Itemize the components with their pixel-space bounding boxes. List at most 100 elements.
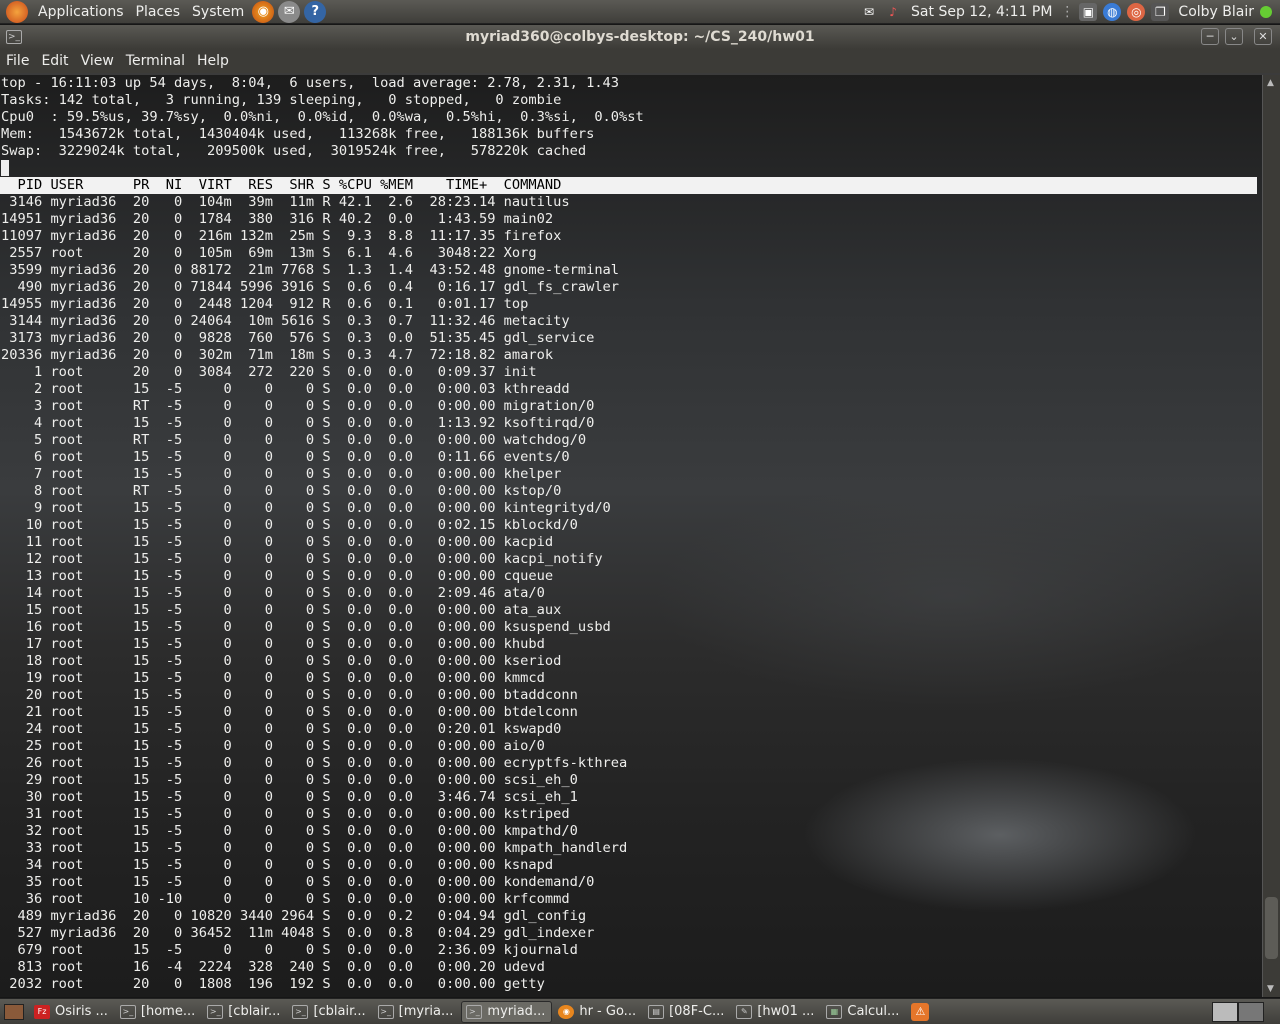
process-row: 20 root 15 -5 0 0 0 S 0.0 0.0 0:00.00 bt…: [1, 687, 578, 703]
process-row: 14 root 15 -5 0 0 0 S 0.0 0.0 2:09.46 at…: [1, 585, 545, 601]
top-summary-uptime: top - 16:11:03 up 54 days, 8:04, 6 users…: [1, 75, 620, 91]
process-row: 31 root 15 -5 0 0 0 S 0.0 0.0 0:00.00 ks…: [1, 806, 570, 822]
process-row: 34 root 15 -5 0 0 0 S 0.0 0.0 0:00.00 ks…: [1, 857, 554, 873]
mail-notification-icon[interactable]: ✉: [860, 3, 878, 21]
process-row: 14955 myriad36 20 0 2448 1204 912 R 0.6 …: [1, 296, 529, 312]
taskbar-button-label: [cblair...: [313, 1004, 366, 1019]
taskbar-button[interactable]: ▤ [08F-C...: [644, 1001, 730, 1023]
taskbar-button[interactable]: ◉ hr - Go...: [554, 1001, 642, 1023]
top-panel: Applications Places System ◉ ✉ ? ✉ ♪ Sat…: [0, 0, 1280, 24]
menu-help[interactable]: Help: [193, 53, 233, 69]
chrome-icon[interactable]: ◎: [1127, 2, 1146, 21]
title-bar[interactable]: >_ myriad360@colbys-desktop: ~/CS_240/hw…: [0, 25, 1280, 49]
menu-file[interactable]: File: [2, 53, 33, 69]
terminal-scrollbar[interactable]: ▲ ▼: [1262, 75, 1280, 997]
maximize-button[interactable]: ⌄: [1225, 28, 1243, 45]
terminal-window: >_ myriad360@colbys-desktop: ~/CS_240/hw…: [0, 25, 1280, 997]
taskbar-button[interactable]: ✎ [hw01 ...: [732, 1001, 820, 1023]
taskbar-button-label: Osiris ...: [55, 1004, 108, 1019]
process-row: 11097 myriad36 20 0 216m 132m 25m S 9.3 …: [1, 228, 562, 244]
process-row: 14951 myriad36 20 0 1784 380 316 R 40.2 …: [1, 211, 554, 227]
process-row: 9 root 15 -5 0 0 0 S 0.0 0.0 0:00.00 kin…: [1, 500, 611, 516]
menu-bar: File Edit View Terminal Help: [0, 49, 1280, 73]
process-row: 2032 root 20 0 1808 196 192 S 0.0 0.0 0:…: [1, 976, 545, 992]
taskbar-button-label: hr - Go...: [579, 1004, 637, 1019]
help-launcher-icon[interactable]: ?: [304, 0, 327, 23]
taskbar-button-label: [08F-C...: [669, 1004, 725, 1019]
ubuntu-logo-icon[interactable]: [6, 0, 28, 23]
menu-terminal[interactable]: Terminal: [122, 53, 189, 69]
process-row: 3173 myriad36 20 0 9828 760 576 S 0.3 0.…: [1, 330, 595, 346]
process-row: 490 myriad36 20 0 71844 5996 3916 S 0.6 …: [1, 279, 620, 295]
taskbar-button[interactable]: >_ [home...: [116, 1001, 201, 1023]
process-row: 25 root 15 -5 0 0 0 S 0.0 0.0 0:00.00 ai…: [1, 738, 545, 754]
scrollbar-thumb[interactable]: [1265, 897, 1278, 959]
taskbar-button[interactable]: ▦ Calcul...: [822, 1001, 905, 1023]
minimize-button[interactable]: ─: [1201, 28, 1219, 45]
process-row: 1 root 20 0 3084 272 220 S 0.0 0.0 0:09.…: [1, 364, 537, 380]
thunderbird-icon[interactable]: ◍: [1103, 2, 1122, 21]
filezilla-icon: Fz: [34, 1004, 50, 1019]
process-row: 679 root 15 -5 0 0 0 S 0.0 0.0 2:36.09 k…: [1, 942, 578, 958]
taskbar-button[interactable]: >_ [cblair...: [288, 1001, 371, 1023]
user-name[interactable]: Colby Blair: [1172, 0, 1260, 24]
taskbar-button-label: [myria...: [398, 1004, 454, 1019]
taskbar-button[interactable]: Fz Osiris ...: [30, 1001, 114, 1023]
process-row: 16 root 15 -5 0 0 0 S 0.0 0.0 0:00.00 ks…: [1, 619, 611, 635]
taskbar-button[interactable]: >_ [cblair...: [203, 1001, 286, 1023]
applications-menu[interactable]: Applications: [32, 0, 130, 24]
network-icon[interactable]: ▣: [1079, 2, 1098, 21]
task-list: Fz Osiris ... >_ [home... >_ [cblair... >_ [cbl…: [30, 1000, 907, 1023]
process-row: 36 root 10 -10 0 0 0 S 0.0 0.0 0:00.00 k…: [1, 891, 570, 907]
process-row: 19 root 15 -5 0 0 0 S 0.0 0.0 0:00.00 km…: [1, 670, 545, 686]
top-summary-swap: Swap: 3229024k total, 209500k used, 3019…: [1, 143, 587, 159]
process-row: 3599 myriad36 20 0 88172 21m 7768 S 1.3 …: [1, 262, 620, 278]
panel-separator: ⋮: [1060, 3, 1075, 20]
scroll-down-arrow-icon[interactable]: ▼: [1267, 984, 1274, 994]
process-row: 17 root 15 -5 0 0 0 S 0.0 0.0 0:00.00 kh…: [1, 636, 545, 652]
firefox-launcher-icon[interactable]: ◉: [252, 0, 275, 23]
process-row: 813 root 16 -4 2224 328 240 S 0.0 0.0 0:…: [1, 959, 545, 975]
top-summary-mem: Mem: 1543672k total, 1430404k used, 1132…: [1, 126, 595, 142]
process-row: 11 root 15 -5 0 0 0 S 0.0 0.0 0:00.00 ka…: [1, 534, 554, 550]
volume-muted-icon[interactable]: ♪: [884, 3, 902, 21]
terminal-output[interactable]: top - 16:11:03 up 54 days, 8:04, 6 users…: [0, 75, 1262, 997]
status-online-icon[interactable]: [1260, 5, 1272, 18]
workspace-2[interactable]: [1238, 1001, 1264, 1022]
workspace-1[interactable]: [1212, 1001, 1238, 1022]
process-row: 26 root 15 -5 0 0 0 S 0.0 0.0 0:00.00 ec…: [1, 755, 628, 771]
taskbar-button-label: [cblair...: [228, 1004, 281, 1019]
process-row: 489 myriad36 20 0 10820 3440 2964 S 0.0 …: [1, 908, 587, 924]
clock[interactable]: Sat Sep 12, 4:11 PM: [905, 0, 1058, 24]
terminal-icon: >_: [466, 1004, 483, 1019]
taskbar-button-label: Calcul...: [847, 1004, 900, 1019]
window-list-icon[interactable]: ❐: [1151, 2, 1170, 21]
workspace-switcher[interactable]: [1212, 1001, 1264, 1022]
scroll-up-arrow-icon[interactable]: ▲: [1267, 78, 1274, 88]
taskbar-button-label: [home...: [140, 1004, 196, 1019]
process-row: 21 root 15 -5 0 0 0 S 0.0 0.0 0:00.00 bt…: [1, 704, 578, 720]
terminal-icon: >_: [377, 1004, 394, 1019]
system-menu[interactable]: System: [186, 0, 250, 24]
places-menu[interactable]: Places: [130, 0, 187, 24]
close-button[interactable]: ✕: [1254, 28, 1272, 45]
show-desktop-icon[interactable]: [4, 1003, 24, 1020]
process-list: 3146 myriad36 20 0 104m 39m 11m R 42.1 2…: [0, 194, 1262, 993]
process-row: 527 myriad36 20 0 36452 11m 4048 S 0.0 0…: [1, 925, 595, 941]
process-row: 15 root 15 -5 0 0 0 S 0.0 0.0 0:00.00 at…: [1, 602, 562, 618]
taskbar-button[interactable]: >_ [myria...: [374, 1001, 460, 1023]
update-notifier-icon[interactable]: ⚠: [911, 1002, 930, 1021]
menu-view[interactable]: View: [77, 53, 118, 69]
mail-launcher-icon[interactable]: ✉: [278, 0, 301, 23]
process-row: 3 root RT -5 0 0 0 S 0.0 0.0 0:00.00 mig…: [1, 398, 595, 414]
menu-edit[interactable]: Edit: [37, 53, 72, 69]
process-row: 13 root 15 -5 0 0 0 S 0.0 0.0 0:00.00 cq…: [1, 568, 554, 584]
process-row: 2 root 15 -5 0 0 0 S 0.0 0.0 0:00.03 kth…: [1, 381, 570, 397]
process-row: 7 root 15 -5 0 0 0 S 0.0 0.0 0:00.00 khe…: [1, 466, 562, 482]
process-row: 3144 myriad36 20 0 24064 10m 5616 S 0.3 …: [1, 313, 570, 329]
top-summary-cpu: Cpu0 : 59.5%us, 39.7%sy, 0.0%ni, 0.0%id,…: [1, 109, 644, 125]
process-row: 18 root 15 -5 0 0 0 S 0.0 0.0 0:00.00 ks…: [1, 653, 562, 669]
taskbar-button[interactable]: >_ myriad...: [461, 1000, 553, 1023]
process-row: 29 root 15 -5 0 0 0 S 0.0 0.0 0:00.00 sc…: [1, 772, 578, 788]
firefox-icon: ◉: [558, 1004, 575, 1019]
